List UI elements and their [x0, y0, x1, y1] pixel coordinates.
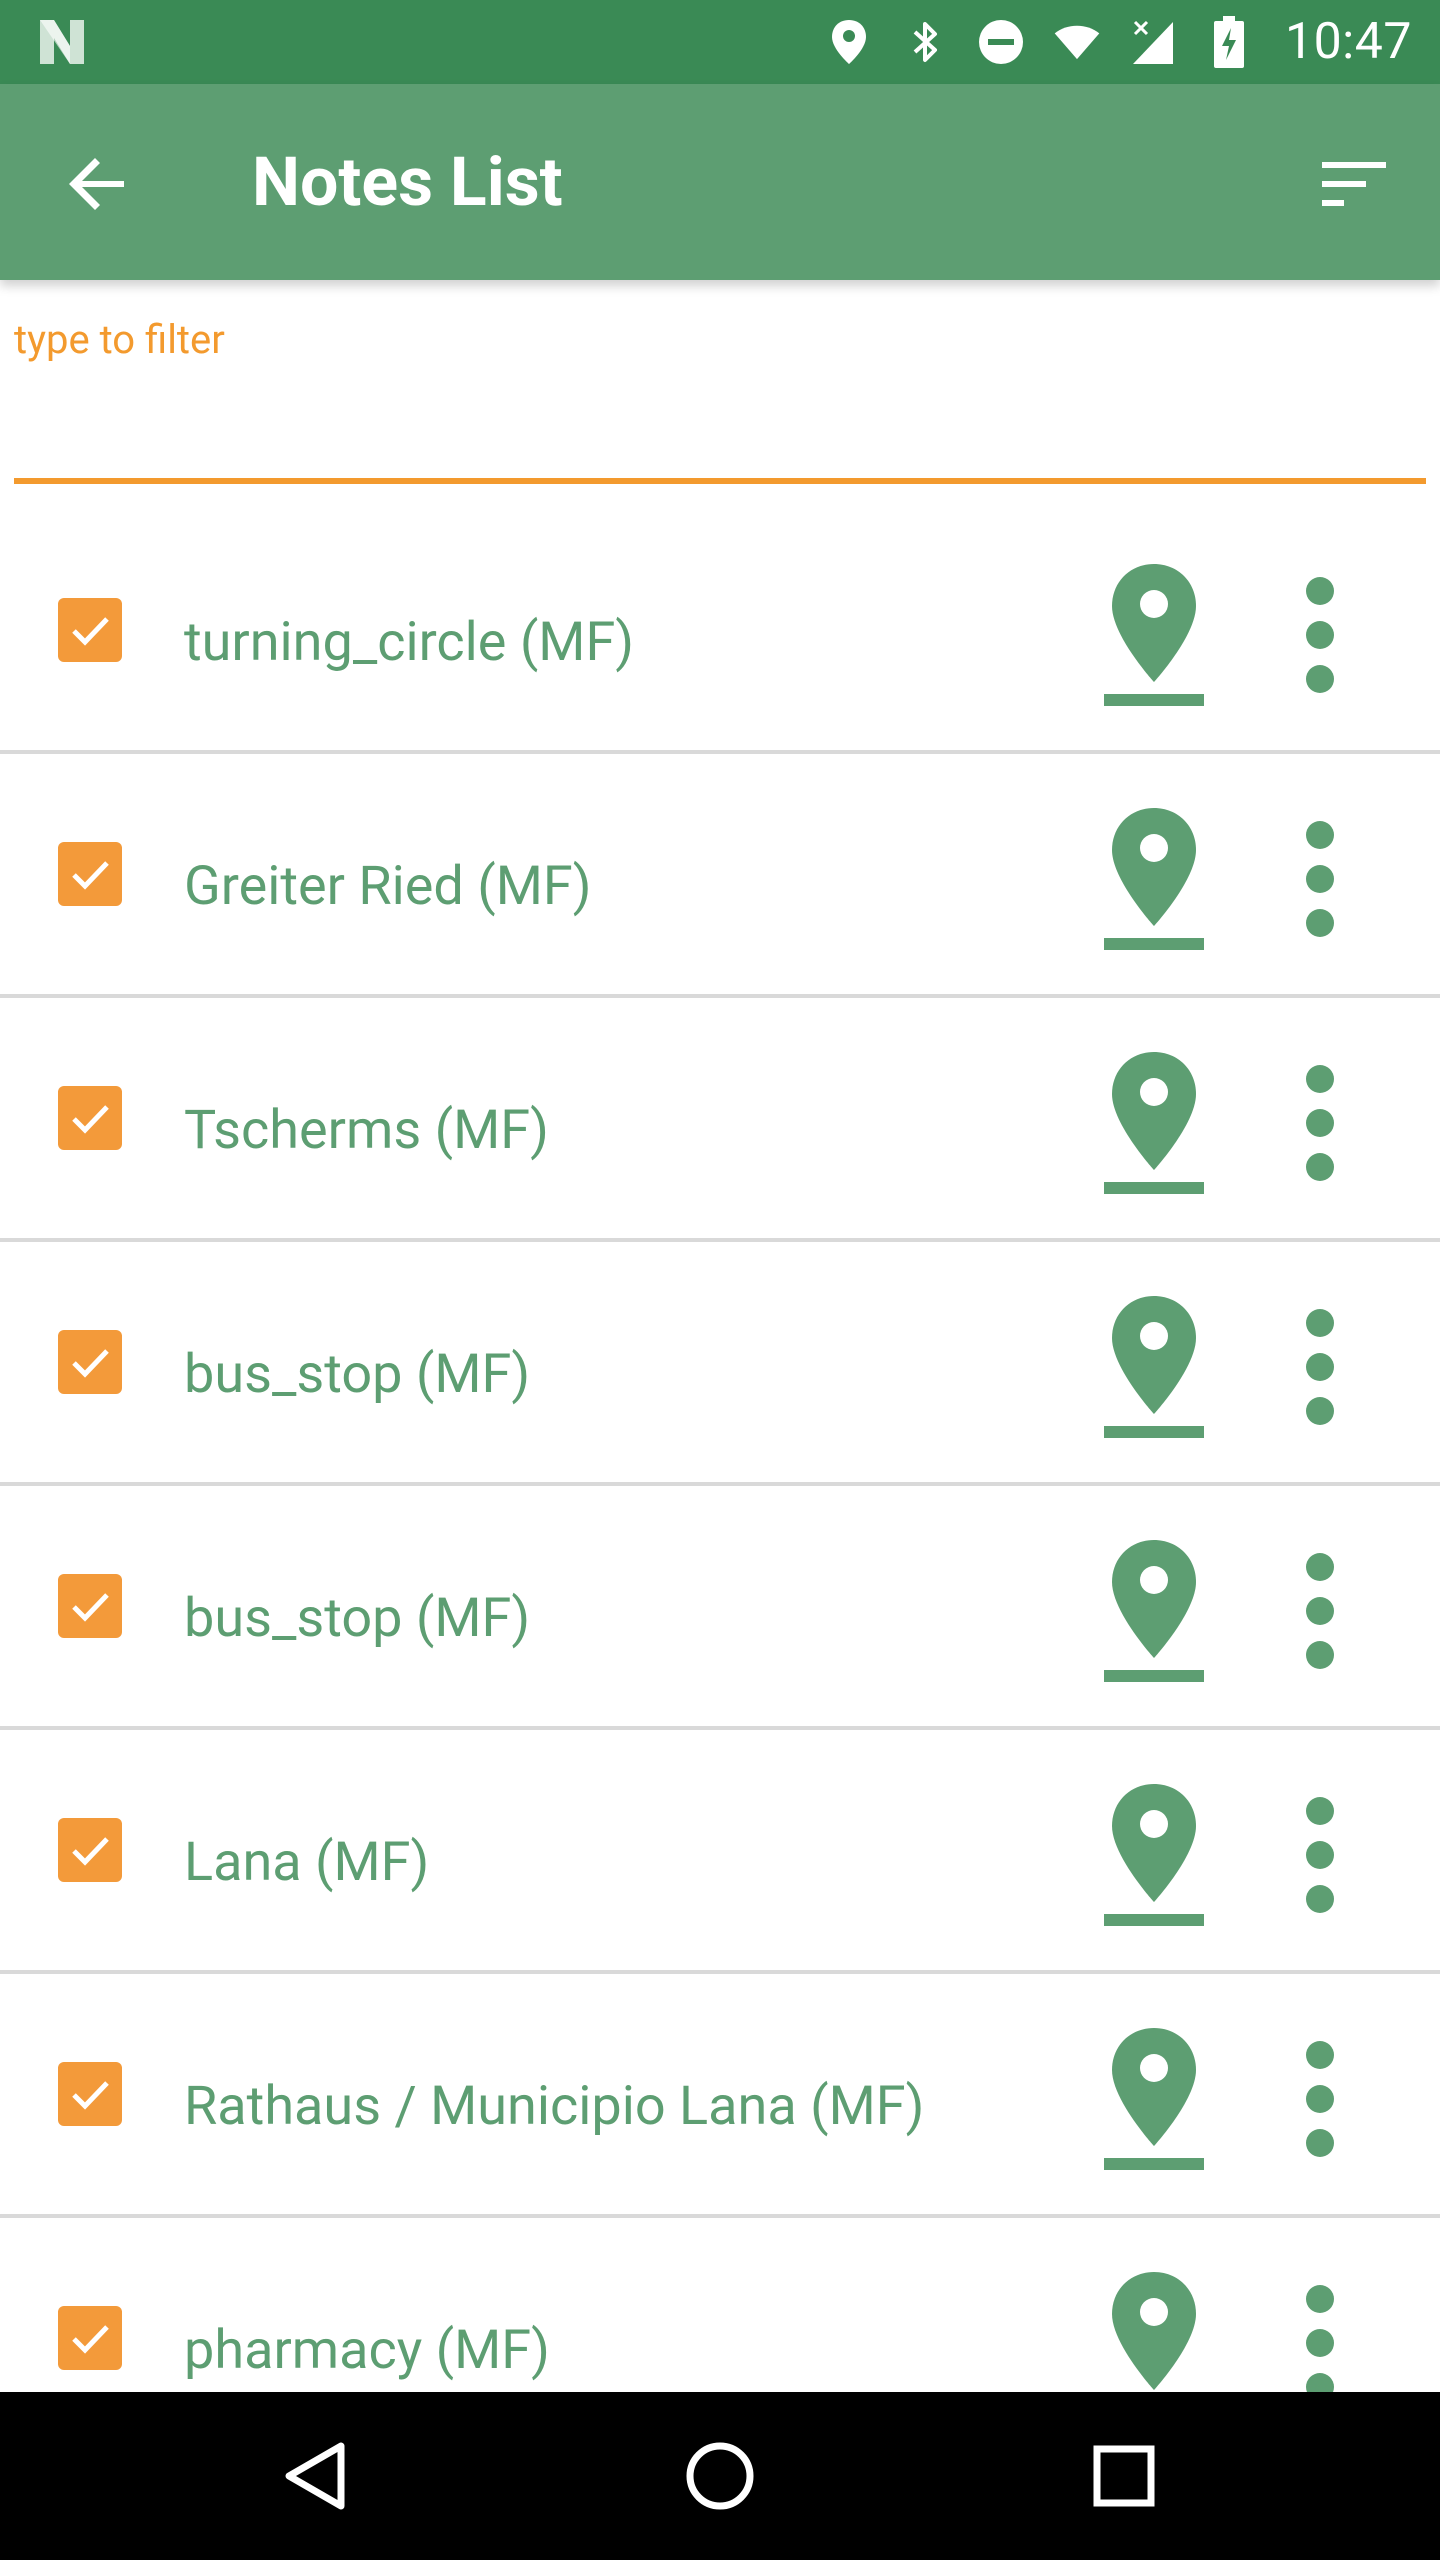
filter-underline [14, 478, 1426, 484]
more-options-button[interactable] [1280, 1302, 1360, 1432]
goto-location-button[interactable] [1100, 2022, 1208, 2172]
arrow-back-icon [69, 158, 124, 210]
goto-location-button[interactable] [1100, 558, 1208, 708]
nav-back-icon [285, 2442, 345, 2510]
note-checkbox[interactable] [58, 1574, 122, 1638]
nav-back-button[interactable] [266, 2426, 366, 2526]
list-item[interactable]: Rathaus / Municipio Lana (MF) [0, 1974, 1440, 2218]
system-nav-bar [0, 2392, 1440, 2560]
note-label: turning_circle (MF) [184, 610, 635, 674]
more-options-button[interactable] [1280, 2278, 1360, 2408]
nav-recents-icon [1093, 2445, 1155, 2507]
more-options-button[interactable] [1280, 1790, 1360, 1920]
back-button[interactable] [48, 134, 148, 234]
filter-field: type to filter [14, 280, 1426, 490]
list-item[interactable]: Lana (MF) [0, 1730, 1440, 1974]
goto-location-button[interactable] [1100, 1046, 1208, 1196]
goto-location-button[interactable] [1100, 1778, 1208, 1928]
do-not-disturb-icon [977, 18, 1025, 66]
check-icon [72, 1837, 109, 1866]
map-marker-icon [1104, 808, 1204, 950]
check-icon [72, 2325, 109, 2354]
map-marker-icon [1104, 1784, 1204, 1926]
wifi-icon [1053, 18, 1101, 66]
list-item[interactable]: Greiter Ried (MF) [0, 754, 1440, 998]
notes-list: turning_circle (MF) Greiter Ried (MF) Ts… [0, 510, 1440, 2462]
more-vert-icon [1306, 2285, 1334, 2401]
check-icon [72, 861, 109, 890]
note-checkbox[interactable] [58, 598, 122, 662]
nav-home-button[interactable] [670, 2426, 770, 2526]
check-icon [72, 2081, 109, 2110]
note-checkbox[interactable] [58, 1086, 122, 1150]
more-vert-icon [1306, 821, 1334, 937]
note-checkbox[interactable] [58, 842, 122, 906]
goto-location-button[interactable] [1100, 802, 1208, 952]
list-item[interactable]: turning_circle (MF) [0, 510, 1440, 754]
filter-input[interactable] [14, 390, 1426, 460]
nav-recents-button[interactable] [1074, 2426, 1174, 2526]
note-label: bus_stop (MF) [184, 1342, 531, 1406]
note-label: Greiter Ried (MF) [184, 854, 592, 918]
page-title: Notes List [252, 142, 563, 222]
more-vert-icon [1306, 577, 1334, 693]
map-marker-icon [1104, 2028, 1204, 2170]
signal-icon [1129, 18, 1177, 66]
more-vert-icon [1306, 1065, 1334, 1181]
map-marker-icon [1104, 1052, 1204, 1194]
list-item[interactable]: bus_stop (MF) [0, 1242, 1440, 1486]
sort-icon [1322, 162, 1386, 206]
note-label: Tscherms (MF) [184, 1098, 549, 1162]
more-vert-icon [1306, 1553, 1334, 1669]
note-checkbox[interactable] [58, 2062, 122, 2126]
more-options-button[interactable] [1280, 1546, 1360, 1676]
more-vert-icon [1306, 1309, 1334, 1425]
more-vert-icon [1306, 2041, 1334, 2157]
status-bar: 10:47 [0, 0, 1440, 84]
more-vert-icon [1306, 1797, 1334, 1913]
map-marker-icon [1104, 1540, 1204, 1682]
note-label: bus_stop (MF) [184, 1586, 531, 1650]
list-item[interactable]: Tscherms (MF) [0, 998, 1440, 1242]
goto-location-button[interactable] [1100, 1290, 1208, 1440]
note-checkbox[interactable] [58, 1330, 122, 1394]
status-time: 10:47 [1284, 13, 1412, 71]
battery-charging-icon [1205, 16, 1253, 68]
sort-button[interactable] [1304, 134, 1404, 234]
check-icon [72, 1105, 109, 1134]
notification-n-icon [36, 16, 88, 68]
location-icon [825, 18, 873, 66]
check-icon [72, 617, 109, 646]
note-label: Lana (MF) [184, 1830, 430, 1894]
bluetooth-icon [901, 18, 949, 66]
goto-location-button[interactable] [1100, 1534, 1208, 1684]
map-marker-icon [1104, 1296, 1204, 1438]
note-checkbox[interactable] [58, 1818, 122, 1882]
more-options-button[interactable] [1280, 2034, 1360, 2164]
check-icon [72, 1349, 109, 1378]
app-bar: Notes List [0, 84, 1440, 280]
map-marker-icon [1104, 564, 1204, 706]
note-checkbox[interactable] [58, 2306, 122, 2370]
more-options-button[interactable] [1280, 814, 1360, 944]
more-options-button[interactable] [1280, 570, 1360, 700]
filter-label: type to filter [14, 316, 225, 363]
notes-list-screen: 10:47 Notes List type to filter turning_… [0, 0, 1440, 2560]
note-label: Rathaus / Municipio Lana (MF) [184, 2074, 925, 2138]
check-icon [72, 1593, 109, 1622]
list-item[interactable]: bus_stop (MF) [0, 1486, 1440, 1730]
more-options-button[interactable] [1280, 1058, 1360, 1188]
nav-home-icon [686, 2442, 754, 2510]
